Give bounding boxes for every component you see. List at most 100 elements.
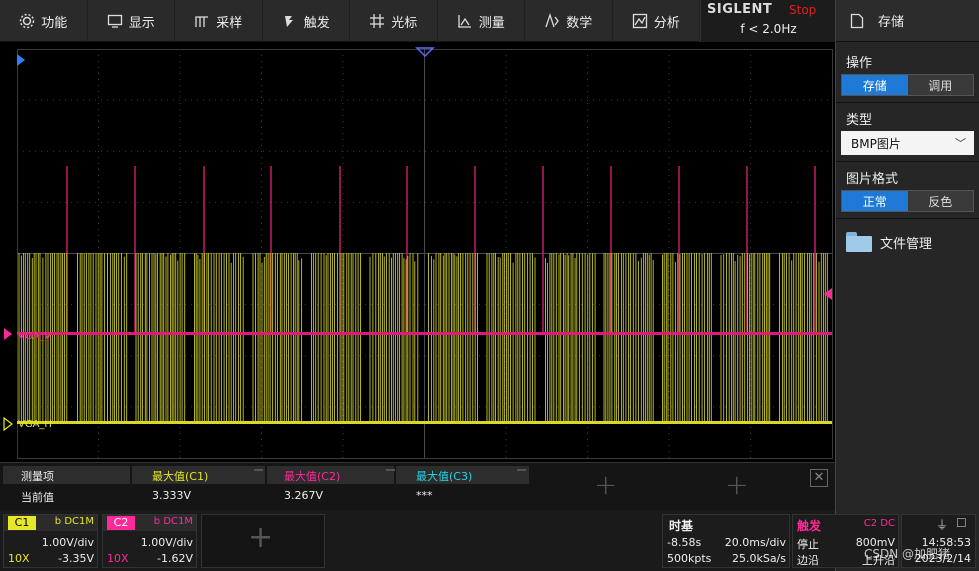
trigger-position-marker — [17, 54, 25, 66]
measure-max-c1-value: 3.333V — [152, 489, 192, 502]
trigger-type: 边沿 — [797, 554, 819, 567]
menu-display[interactable]: 显示 — [88, 0, 175, 42]
c2-probe: 10X — [107, 552, 129, 565]
divider — [836, 161, 979, 162]
measure-max-c1-header[interactable]: 最大值(C1) — [152, 468, 208, 484]
c1-trace — [18, 253, 828, 422]
c1-probe: 10X — [8, 552, 30, 565]
c1-settings[interactable]: C1 b DC1M 1.00V/div 10X -3.35V — [3, 514, 98, 568]
menu-label: 采样 — [216, 15, 243, 31]
analysis-icon — [632, 13, 647, 29]
c2-vdiv: 1.00V/div — [140, 536, 193, 549]
measure-item-header: 测量项 — [21, 470, 54, 483]
c2-offset: -1.62V — [157, 552, 193, 565]
c1-offset-marker — [3, 416, 13, 432]
add-channel-button[interactable]: + — [201, 514, 325, 568]
menu-math[interactable]: 数学 — [525, 0, 613, 42]
file-icon — [850, 13, 864, 28]
trigger-icon — [284, 16, 293, 27]
menu-utility[interactable]: 功能 — [0, 0, 88, 42]
measurement-bar: 测量项 当前值 最大值(C1) 3.333V 最大值(C2) 3.267V 最大… — [0, 462, 835, 510]
operation-label: 操作 — [846, 56, 873, 71]
add-measure-icon[interactable]: + — [594, 471, 617, 499]
trigger-title: 触发 — [797, 519, 822, 533]
trigger-mode: 停止 — [797, 538, 819, 551]
menu-label: 数学 — [566, 15, 593, 31]
brand-logo: SIGLENT — [707, 2, 773, 17]
c2-settings[interactable]: C2 b DC1M 1.00V/div 10X -1.62V — [102, 514, 197, 568]
trigger-source: C2 DC — [863, 518, 895, 529]
menu-cursors[interactable]: 光标 — [350, 0, 438, 42]
measure-max-c2-value: 3.267V — [284, 489, 324, 502]
measure-max-c2-header[interactable]: 最大值(C2) — [284, 468, 340, 484]
menu-analysis[interactable]: 分析 — [613, 0, 700, 42]
math-icon — [545, 13, 560, 28]
c2-coupling: b DC1M — [153, 516, 193, 527]
menu-label: 测量 — [478, 15, 505, 31]
format-invert-option[interactable]: 反色 — [907, 191, 973, 211]
waveform-display[interactable]: VGA_V VGA_H — [0, 42, 835, 462]
measure-max-c3-header[interactable]: 最大值(C3) — [416, 468, 472, 484]
operation-selector: 存储 调用 — [841, 74, 974, 96]
timebase-title: 时基 — [669, 519, 694, 533]
format-normal-option[interactable]: 正常 — [842, 191, 908, 211]
chevron-down-icon: ﹀ — [955, 137, 966, 150]
timebase-delay: -8.58s — [667, 536, 702, 549]
menu-label: 触发 — [303, 15, 330, 31]
menu-trigger[interactable]: 触发 — [263, 0, 350, 42]
menu-label: 显示 — [128, 15, 155, 31]
divider — [836, 102, 979, 103]
file-manager-label: 文件管理 — [880, 236, 933, 252]
operation-save-option[interactable]: 存储 — [842, 75, 908, 95]
panel-title: 存储 — [878, 15, 905, 30]
usb-icon: ⏚ — [936, 518, 949, 532]
type-value: BMP图片 — [851, 136, 901, 151]
network-icon: ☐ — [956, 516, 967, 530]
type-dropdown[interactable]: BMP图片 ﹀ — [841, 131, 974, 155]
measure-icon — [458, 15, 471, 28]
timebase-points: 500kpts — [667, 552, 712, 565]
run-stop-status[interactable]: Stop — [789, 3, 816, 17]
monitor-icon — [107, 14, 122, 28]
timebase-rate: 25.0kSa/s — [731, 552, 786, 565]
brand-status: SIGLENT Stop f < 2.0Hz — [700, 0, 835, 42]
close-measure-icon[interactable]: ✕ — [810, 469, 828, 487]
measure-max-c3-value: *** — [416, 489, 433, 502]
add-measure-icon[interactable]: + — [725, 471, 748, 499]
c1-offset: -3.35V — [58, 552, 94, 565]
waveform-canvas — [3, 47, 833, 459]
file-manager-button[interactable]: 文件管理 — [846, 232, 932, 252]
folder-icon — [846, 232, 872, 252]
cursor-icon — [370, 14, 385, 28]
c1-vdiv: 1.00V/div — [41, 536, 94, 549]
menu-label: 光标 — [391, 15, 418, 31]
c1-coupling: b DC1M — [54, 516, 94, 527]
trigger-frequency: f < 2.0Hz — [740, 22, 797, 36]
type-label: 类型 — [846, 113, 873, 128]
c1-tag: C1 — [8, 516, 36, 530]
c2-offset-marker — [4, 328, 12, 340]
watermark: CSDN @加肥猪 — [864, 547, 951, 561]
menu-label: 分析 — [653, 15, 680, 31]
gear-icon — [19, 13, 35, 29]
save-panel: 存储 操作 存储 调用 类型 BMP图片 ﹀ 图片格式 正常 反色 文件管理 — [835, 0, 979, 571]
acquire-icon — [195, 16, 209, 27]
c2-tag: C2 — [107, 516, 135, 530]
menu-label: 功能 — [41, 15, 68, 31]
format-label: 图片格式 — [846, 172, 899, 187]
menu-acquire[interactable]: 采样 — [175, 0, 263, 42]
timebase-tdiv: 20.0ms/div — [724, 536, 786, 549]
panel-header[interactable]: 存储 — [836, 0, 979, 42]
add-channel-icon: + — [248, 520, 274, 555]
measure-current-label: 当前值 — [21, 491, 54, 504]
c1-baseline — [17, 421, 832, 424]
menu-bar: 功能 显示 采样 触发 光标 测量 数学 分析 — [0, 0, 700, 42]
c1-trace-label: VGA_H — [18, 419, 52, 430]
c2-baseline — [17, 332, 832, 335]
divider — [836, 218, 979, 219]
timebase-box[interactable]: 时基 -8.58s 20.0ms/div 500kpts 25.0kSa/s — [662, 514, 790, 568]
c2-trace-label: VGA_V — [18, 331, 52, 342]
operation-recall-option[interactable]: 调用 — [907, 75, 973, 95]
format-selector: 正常 反色 — [841, 190, 974, 212]
menu-measure[interactable]: 测量 — [438, 0, 525, 42]
